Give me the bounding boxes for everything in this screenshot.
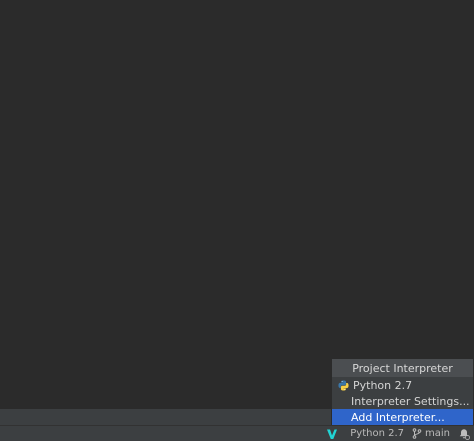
python-icon [338, 379, 349, 391]
interpreter-widget[interactable]: Python 2.7 [346, 426, 408, 441]
add-interpreter-label: Add Interpreter... [351, 410, 445, 424]
v-logo-icon [327, 429, 338, 439]
popup-header: Project Interpreter [332, 359, 473, 377]
notifications-icon [459, 428, 470, 440]
add-interpreter-item[interactable]: Add Interpreter... [332, 409, 473, 425]
git-branch-widget[interactable]: main [408, 426, 454, 441]
git-branch-icon [412, 428, 422, 439]
git-branch-label: main [425, 428, 450, 439]
popup-title: Project Interpreter [352, 361, 453, 375]
interpreter-option-python27[interactable]: Python 2.7 [332, 377, 473, 393]
notifications-widget[interactable] [454, 426, 474, 441]
interpreter-option-label: Python 2.7 [353, 378, 413, 392]
v-logo-widget[interactable] [322, 426, 346, 441]
interpreter-settings-item[interactable]: Interpreter Settings... [332, 393, 473, 409]
status-bar: Python 2.7 main [0, 425, 474, 441]
editor-area [0, 0, 474, 409]
interpreter-popup: Project Interpreter Python 2.7 Interpret… [331, 358, 474, 425]
interpreter-status-label: Python 2.7 [350, 428, 404, 439]
interpreter-settings-label: Interpreter Settings... [351, 394, 470, 408]
